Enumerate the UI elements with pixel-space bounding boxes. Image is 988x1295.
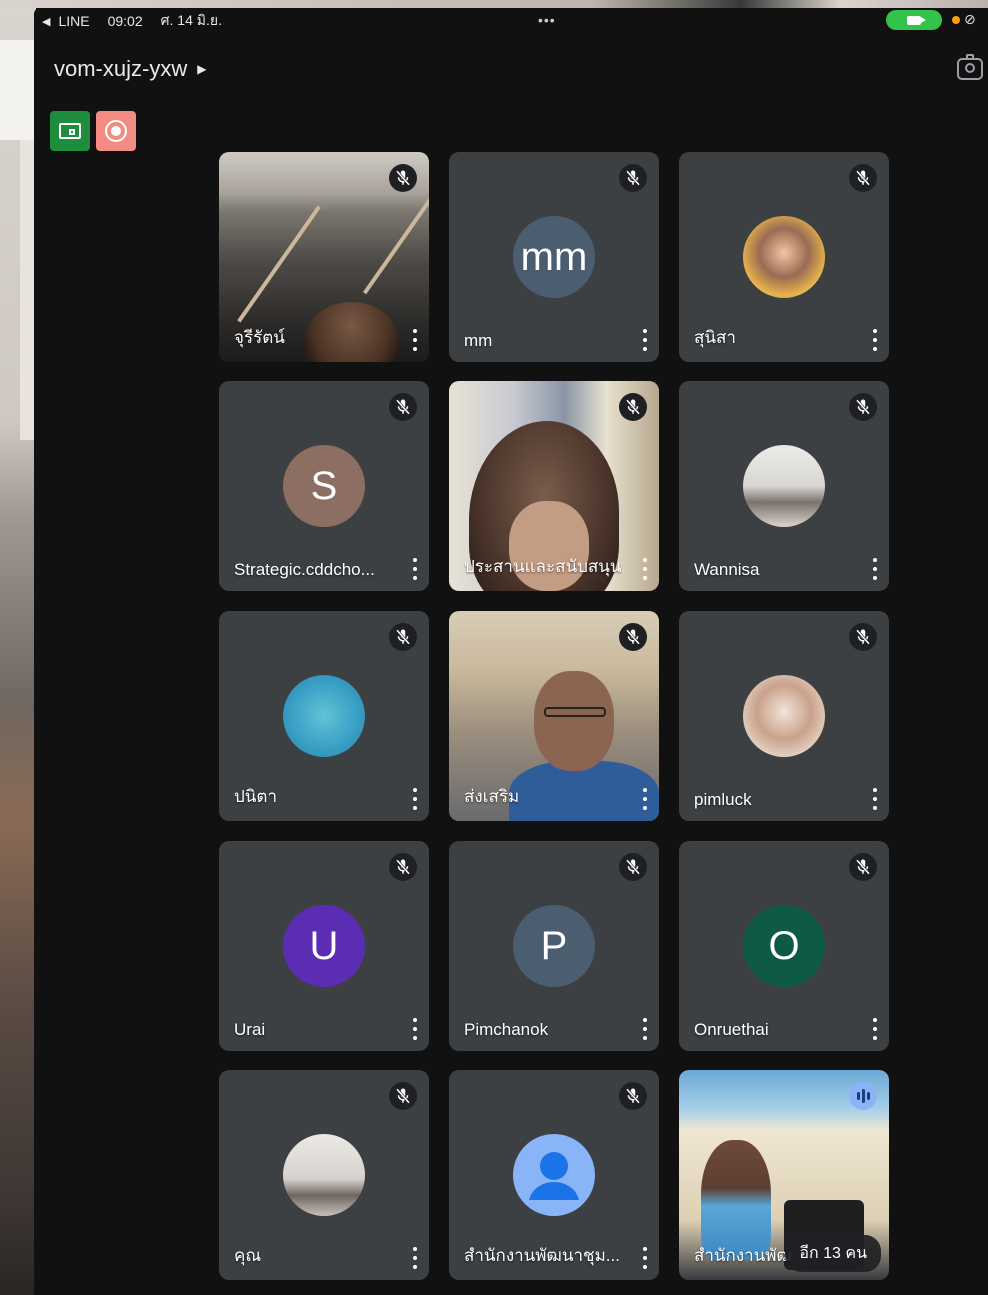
speaking-icon [849, 1082, 877, 1110]
mic-off-icon [389, 164, 417, 192]
mic-off-icon [849, 623, 877, 651]
mic-off-icon [389, 393, 417, 421]
participant-tile[interactable]: คุณ [219, 1070, 429, 1280]
more-options-icon[interactable] [871, 1018, 879, 1040]
chevron-right-icon: ▶ [197, 62, 207, 76]
switch-camera-icon[interactable] [957, 54, 983, 80]
mic-off-icon [619, 853, 647, 881]
present-screen-icon [59, 123, 81, 139]
participant-name: ส่งเสริม [464, 787, 520, 806]
participant-tile[interactable]: mm mm [449, 152, 659, 362]
mic-off-icon [619, 1082, 647, 1110]
avatar-photo [743, 216, 825, 298]
avatar-initial: O [743, 905, 825, 987]
more-participants-chip[interactable]: อีก 13 คน [785, 1235, 881, 1272]
more-options-icon[interactable] [641, 1247, 649, 1269]
participant-name: mm [464, 331, 493, 350]
camera-in-use-indicator [886, 10, 942, 30]
more-options-icon[interactable] [411, 1018, 419, 1040]
multitask-dots-icon[interactable]: ••• [538, 12, 556, 28]
participant-tile[interactable]: U Urai [219, 841, 429, 1051]
participant-name: สุนิสา [694, 328, 736, 347]
participant-tile[interactable]: ปนิตา [219, 611, 429, 821]
mic-off-icon [849, 164, 877, 192]
participant-name: pimluck [694, 790, 752, 809]
room-background-top [0, 0, 988, 8]
mic-off-icon [619, 393, 647, 421]
more-options-icon[interactable] [411, 558, 419, 580]
more-options-icon[interactable] [641, 558, 649, 580]
participant-tile[interactable]: สำนักงานพัฒ อีก 13 คน [679, 1070, 889, 1280]
participant-tile[interactable]: ส่งเสริม [449, 611, 659, 821]
mic-off-icon [619, 623, 647, 651]
mic-off-icon [619, 164, 647, 192]
avatar-initial: mm [513, 216, 595, 298]
status-bar: ◀ LINE 09:02 ศ. 14 มิ.ย. [42, 10, 222, 32]
participant-name: Pimchanok [464, 1020, 549, 1039]
participant-name: คุณ [234, 1246, 262, 1265]
more-options-icon[interactable] [411, 1247, 419, 1269]
meeting-code-text: vom-xujz-yxw [54, 56, 188, 81]
mic-off-icon [389, 1082, 417, 1110]
avatar-photo [743, 445, 825, 527]
more-options-icon[interactable] [411, 329, 419, 351]
more-options-icon[interactable] [871, 788, 879, 810]
participant-tile[interactable]: pimluck [679, 611, 889, 821]
participant-tile[interactable]: O Onruethai [679, 841, 889, 1051]
avatar-initial: P [513, 905, 595, 987]
more-options-icon[interactable] [871, 558, 879, 580]
more-options-icon[interactable] [641, 788, 649, 810]
participant-name: Urai [234, 1020, 266, 1039]
participant-name: สำนักงานพัฒ [694, 1246, 792, 1265]
mic-off-icon [389, 623, 417, 651]
recording-badge[interactable] [96, 111, 136, 151]
mic-in-use-dot [952, 16, 960, 24]
camera-icon [907, 15, 926, 25]
record-icon [105, 120, 127, 142]
participant-tile[interactable]: ประสานและสนับสนุน [449, 381, 659, 591]
participant-name: จุรีรัตน์ [234, 328, 285, 347]
participant-name: ปนิตา [234, 787, 277, 806]
avatar-photo [283, 675, 365, 757]
participant-tile[interactable]: Wannisa [679, 381, 889, 591]
more-options-icon[interactable] [641, 1018, 649, 1040]
back-arrow-icon[interactable]: ◀ [42, 15, 50, 28]
participant-tile[interactable]: สุนิสา [679, 152, 889, 362]
avatar-initial: S [283, 445, 365, 527]
participant-name: สำนักงานพัฒนาชุม... [464, 1246, 620, 1265]
mic-off-icon [389, 853, 417, 881]
participant-tile[interactable]: จุรีรัตน์ [219, 152, 429, 362]
mic-off-icon [849, 393, 877, 421]
more-options-icon[interactable] [641, 329, 649, 351]
status-time: 09:02 [107, 13, 143, 29]
participant-name: Onruethai [694, 1020, 769, 1039]
participant-tile[interactable]: P Pimchanok [449, 841, 659, 1051]
link-icon: ⊘ [964, 11, 976, 27]
meeting-code[interactable]: vom-xujz-yxw ▶ [54, 56, 206, 82]
more-options-icon[interactable] [411, 788, 419, 810]
status-date: ศ. 14 มิ.ย. [160, 12, 222, 28]
participant-name: Wannisa [694, 560, 760, 579]
default-person-icon [513, 1134, 595, 1216]
avatar-initial: U [283, 905, 365, 987]
back-app-label[interactable]: LINE [58, 13, 89, 29]
presenting-badge[interactable] [50, 111, 90, 151]
mic-off-icon [849, 853, 877, 881]
participant-name: ประสานและสนับสนุน [464, 557, 622, 576]
avatar-photo [283, 1134, 365, 1216]
participant-tile[interactable]: สำนักงานพัฒนาชุม... [449, 1070, 659, 1280]
room-background-panel [0, 40, 36, 140]
more-options-icon[interactable] [871, 329, 879, 351]
participant-tile[interactable]: S Strategic.cddcho... [219, 381, 429, 591]
participant-name: Strategic.cddcho... [234, 560, 375, 579]
avatar-photo [743, 675, 825, 757]
